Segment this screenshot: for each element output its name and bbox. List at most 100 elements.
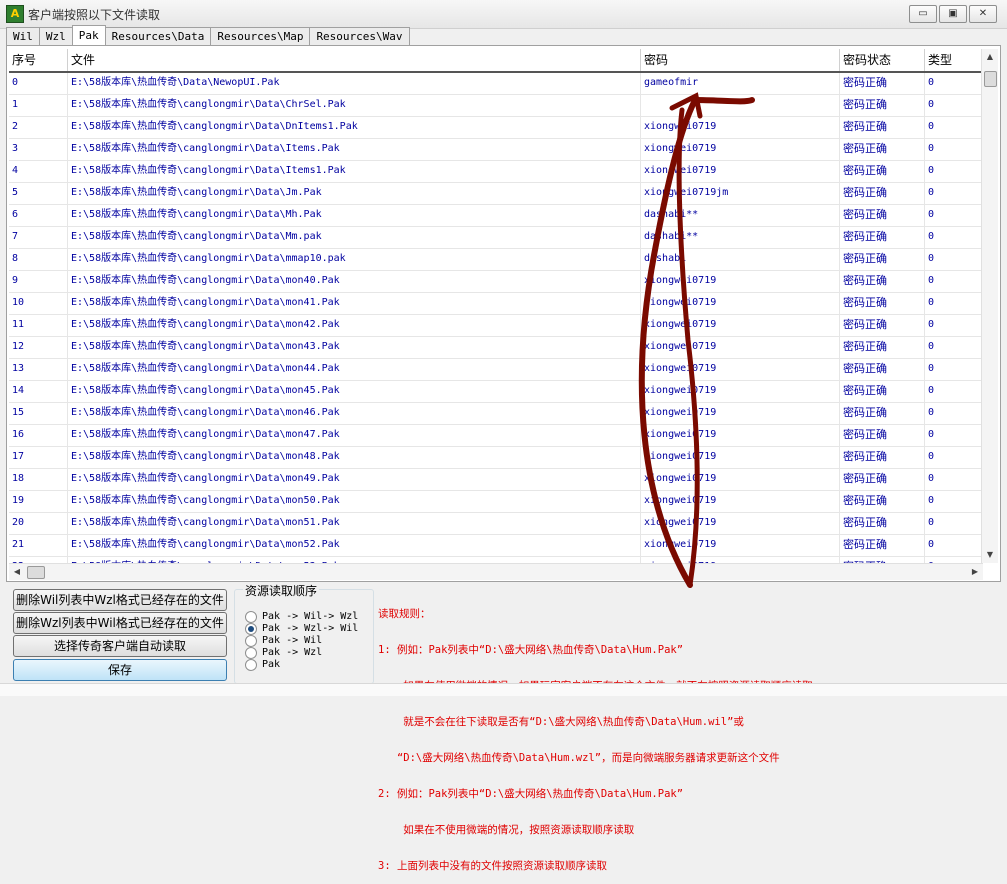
radio-icon[interactable]: [245, 610, 257, 623]
rules-line: 如果在不使用微端的情况，按照资源读取顺序读取: [378, 824, 635, 836]
row-password-status: 密码正确: [840, 95, 925, 116]
table-row[interactable]: 4 E:\58版本库\热血传奇\canglongmir\Data\Items1.P…: [9, 161, 983, 183]
scroll-down-icon[interactable]: ▼: [982, 547, 998, 563]
row-password-status: 密码正确: [840, 117, 925, 138]
table-row[interactable]: 1 E:\58版本库\热血传奇\canglongmir\Data\ChrSel.P…: [9, 95, 983, 117]
row-type: 0: [925, 403, 983, 424]
table-row[interactable]: 0 E:\58版本库\热血传奇\Data\NewopUI.Pak gameofmir…: [9, 73, 983, 95]
row-password-status: 密码正确: [840, 161, 925, 182]
delete-wil-duplicates-button[interactable]: 删除Wil列表中Wzl格式已经存在的文件: [13, 589, 227, 611]
row-index: 3: [9, 139, 68, 160]
row-password-status: 密码正确: [840, 337, 925, 358]
table-row[interactable]: 17 E:\58版本库\热血传奇\canglongmir\Data\mon48.P…: [9, 447, 983, 469]
table-row[interactable]: 8 E:\58版本库\热血传奇\canglongmir\Data\mmap10.p…: [9, 249, 983, 271]
table-row[interactable]: 3 E:\58版本库\热血传奇\canglongmir\Data\Items.Pa…: [9, 139, 983, 161]
column-header-password[interactable]: 密码: [641, 49, 840, 71]
save-button[interactable]: 保存: [13, 659, 227, 681]
maximize-button[interactable]: ▣: [939, 5, 967, 23]
table-row[interactable]: 19 E:\58版本库\热血传奇\canglongmir\Data\mon50.P…: [9, 491, 983, 513]
minimize-button[interactable]: ▭: [909, 5, 937, 23]
row-password-status: 密码正确: [840, 227, 925, 248]
rules-line: 2: 例如：Pak列表中“D:\盛大网络\热血传奇\Data\Hum.Pak”: [378, 788, 684, 800]
rules-line: 读取规则：: [378, 608, 431, 620]
radio-icon[interactable]: [245, 658, 257, 671]
table-row[interactable]: 2 E:\58版本库\热血传奇\canglongmir\Data\DnItems1…: [9, 117, 983, 139]
horizontal-scrollbar[interactable]: ◀ ▶: [9, 563, 983, 580]
row-type: 0: [925, 95, 983, 116]
scroll-up-icon[interactable]: ▲: [982, 49, 998, 65]
horizontal-scroll-thumb[interactable]: [27, 566, 45, 579]
radio-selected-icon[interactable]: [245, 622, 257, 635]
row-password: xiongwei0719: [641, 315, 840, 336]
table-row[interactable]: 6 E:\58版本库\热血传奇\canglongmir\Data\Mh.Pak da…: [9, 205, 983, 227]
table-row[interactable]: 9 E:\58版本库\热血传奇\canglongmir\Data\mon40.Pa…: [9, 271, 983, 293]
column-header-status[interactable]: 密码状态: [840, 49, 925, 71]
table-row[interactable]: 21 E:\58版本库\热血传奇\canglongmir\Data\mon52.P…: [9, 535, 983, 557]
read-order-option[interactable]: Pak: [245, 658, 280, 671]
row-type: 0: [925, 315, 983, 336]
row-type: 0: [925, 491, 983, 512]
window-controls: ▭ ▣ ✕: [909, 5, 997, 23]
row-type: 0: [925, 535, 983, 556]
row-index: 1: [9, 95, 68, 116]
auto-read-client-button[interactable]: 选择传奇客户端自动读取: [13, 635, 227, 657]
file-table[interactable]: 序号 文件 密码 密码状态 类型 0 E:\58版本库\热血传奇\Data\New…: [9, 49, 983, 563]
row-index: 8: [9, 249, 68, 270]
table-row[interactable]: 7 E:\58版本库\热血传奇\canglongmir\Data\Mm.pak da…: [9, 227, 983, 249]
scroll-left-icon[interactable]: ◀: [9, 564, 25, 580]
table-row[interactable]: 10 E:\58版本库\热血传奇\canglongmir\Data\mon41.P…: [9, 293, 983, 315]
row-index: 21: [9, 535, 68, 556]
tab-panel: 序号 文件 密码 密码状态 类型 0 E:\58版本库\热血传奇\Data\New…: [6, 45, 1001, 582]
vertical-scroll-thumb[interactable]: [984, 71, 997, 87]
table-row[interactable]: 16 E:\58版本库\热血传奇\canglongmir\Data\mon47.P…: [9, 425, 983, 447]
table-row[interactable]: 15 E:\58版本库\热血传奇\canglongmir\Data\mon46.P…: [9, 403, 983, 425]
row-password: xiongwei0719: [641, 513, 840, 534]
row-file: E:\58版本库\热血传奇\canglongmir\Data\mon49.Pak: [68, 469, 641, 490]
row-password: dashabi: [641, 249, 840, 270]
table-row[interactable]: 12 E:\58版本库\热血传奇\canglongmir\Data\mon43.P…: [9, 337, 983, 359]
row-index: 5: [9, 183, 68, 204]
row-type: 0: [925, 359, 983, 380]
vertical-scrollbar[interactable]: ▲ ▼: [981, 49, 998, 563]
row-file: E:\58版本库\热血传奇\canglongmir\Data\mon50.Pak: [68, 491, 641, 512]
close-button[interactable]: ✕: [969, 5, 997, 23]
row-file: E:\58版本库\热血传奇\canglongmir\Data\mon48.Pak: [68, 447, 641, 468]
row-password: xiongwei0719: [641, 139, 840, 160]
row-file: E:\58版本库\热血传奇\canglongmir\Data\DnItems1.…: [68, 117, 641, 138]
tab-resources-map[interactable]: Resources\Map: [210, 27, 311, 45]
row-type: 0: [925, 161, 983, 182]
row-file: E:\58版本库\热血传奇\canglongmir\Data\mon45.Pak: [68, 381, 641, 402]
table-row[interactable]: 18 E:\58版本库\热血传奇\canglongmir\Data\mon49.P…: [9, 469, 983, 491]
row-type: 0: [925, 513, 983, 534]
row-password: xiongwei0719: [641, 425, 840, 446]
column-header-type[interactable]: 类型: [925, 49, 983, 71]
row-password-status: 密码正确: [840, 293, 925, 314]
column-header-index[interactable]: 序号: [9, 49, 68, 71]
table-row[interactable]: 14 E:\58版本库\热血传奇\canglongmir\Data\mon45.P…: [9, 381, 983, 403]
delete-wzl-duplicates-button[interactable]: 删除Wzl列表中Wil格式已经存在的文件: [13, 612, 227, 634]
table-row[interactable]: 20 E:\58版本库\热血传奇\canglongmir\Data\mon51.P…: [9, 513, 983, 535]
table-row[interactable]: 5 E:\58版本库\热血传奇\canglongmir\Data\Jm.Pak xi…: [9, 183, 983, 205]
tab-wzl[interactable]: Wzl: [38, 27, 73, 45]
row-type: 0: [925, 249, 983, 270]
row-index: 15: [9, 403, 68, 424]
radio-icon[interactable]: [245, 646, 257, 659]
table-row[interactable]: 11 E:\58版本库\热血传奇\canglongmir\Data\mon42.P…: [9, 315, 983, 337]
tab-resources-wav[interactable]: Resources\Wav: [309, 27, 410, 45]
row-password-status: 密码正确: [840, 535, 925, 556]
column-header-file[interactable]: 文件: [68, 49, 641, 71]
tab-wil[interactable]: Wil: [6, 27, 40, 45]
tab-pak[interactable]: Pak: [71, 25, 106, 45]
row-file: E:\58版本库\热血传奇\canglongmir\Data\Items1.Pa…: [68, 161, 641, 182]
table-row[interactable]: 13 E:\58版本库\热血传奇\canglongmir\Data\mon44.P…: [9, 359, 983, 381]
row-password: xiongwei0719: [641, 535, 840, 556]
row-file: E:\58版本库\热血传奇\canglongmir\Data\mon47.Pak: [68, 425, 641, 446]
row-password: xiongwei0719: [641, 293, 840, 314]
scroll-right-icon[interactable]: ▶: [967, 564, 983, 580]
row-index: 17: [9, 447, 68, 468]
tab-resources-data[interactable]: Resources\Data: [104, 27, 212, 45]
radio-icon[interactable]: [245, 634, 257, 647]
row-password: xiongwei0719: [641, 359, 840, 380]
row-index: 20: [9, 513, 68, 534]
row-password: xiongwei0719: [641, 469, 840, 490]
